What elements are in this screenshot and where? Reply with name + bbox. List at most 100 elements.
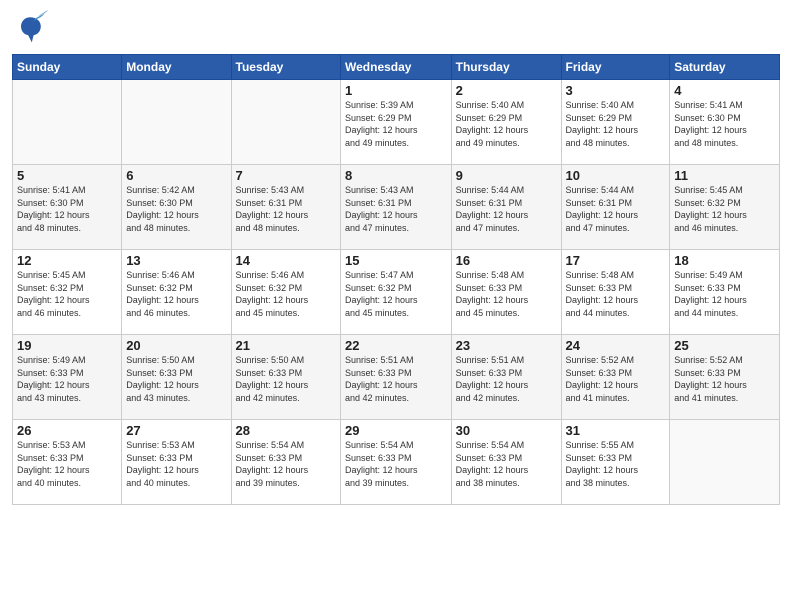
day-number: 3 <box>566 83 666 98</box>
day-number: 7 <box>236 168 336 183</box>
day-info: Sunrise: 5:48 AM Sunset: 6:33 PM Dayligh… <box>566 269 666 319</box>
calendar-cell: 21Sunrise: 5:50 AM Sunset: 6:33 PM Dayli… <box>231 335 340 420</box>
day-info: Sunrise: 5:42 AM Sunset: 6:30 PM Dayligh… <box>126 184 226 234</box>
logo-icon <box>12 10 48 46</box>
calendar-cell: 22Sunrise: 5:51 AM Sunset: 6:33 PM Dayli… <box>341 335 452 420</box>
calendar-cell: 28Sunrise: 5:54 AM Sunset: 6:33 PM Dayli… <box>231 420 340 505</box>
day-info: Sunrise: 5:49 AM Sunset: 6:33 PM Dayligh… <box>17 354 117 404</box>
calendar-cell: 15Sunrise: 5:47 AM Sunset: 6:32 PM Dayli… <box>341 250 452 335</box>
calendar-cell: 6Sunrise: 5:42 AM Sunset: 6:30 PM Daylig… <box>122 165 231 250</box>
calendar-cell: 25Sunrise: 5:52 AM Sunset: 6:33 PM Dayli… <box>670 335 780 420</box>
calendar-cell: 24Sunrise: 5:52 AM Sunset: 6:33 PM Dayli… <box>561 335 670 420</box>
day-number: 19 <box>17 338 117 353</box>
calendar-cell: 5Sunrise: 5:41 AM Sunset: 6:30 PM Daylig… <box>13 165 122 250</box>
weekday-header-friday: Friday <box>561 55 670 80</box>
day-number: 27 <box>126 423 226 438</box>
calendar-week-4: 19Sunrise: 5:49 AM Sunset: 6:33 PM Dayli… <box>13 335 780 420</box>
day-info: Sunrise: 5:45 AM Sunset: 6:32 PM Dayligh… <box>17 269 117 319</box>
day-number: 4 <box>674 83 775 98</box>
weekday-header-thursday: Thursday <box>451 55 561 80</box>
day-info: Sunrise: 5:43 AM Sunset: 6:31 PM Dayligh… <box>345 184 447 234</box>
calendar-cell: 10Sunrise: 5:44 AM Sunset: 6:31 PM Dayli… <box>561 165 670 250</box>
day-number: 26 <box>17 423 117 438</box>
calendar-cell: 3Sunrise: 5:40 AM Sunset: 6:29 PM Daylig… <box>561 80 670 165</box>
day-info: Sunrise: 5:52 AM Sunset: 6:33 PM Dayligh… <box>674 354 775 404</box>
day-number: 12 <box>17 253 117 268</box>
calendar-cell: 30Sunrise: 5:54 AM Sunset: 6:33 PM Dayli… <box>451 420 561 505</box>
day-info: Sunrise: 5:55 AM Sunset: 6:33 PM Dayligh… <box>566 439 666 489</box>
day-number: 9 <box>456 168 557 183</box>
weekday-header-row: SundayMondayTuesdayWednesdayThursdayFrid… <box>13 55 780 80</box>
calendar-week-1: 1Sunrise: 5:39 AM Sunset: 6:29 PM Daylig… <box>13 80 780 165</box>
weekday-header-tuesday: Tuesday <box>231 55 340 80</box>
calendar-cell: 8Sunrise: 5:43 AM Sunset: 6:31 PM Daylig… <box>341 165 452 250</box>
weekday-header-monday: Monday <box>122 55 231 80</box>
calendar-cell: 31Sunrise: 5:55 AM Sunset: 6:33 PM Dayli… <box>561 420 670 505</box>
day-number: 6 <box>126 168 226 183</box>
day-info: Sunrise: 5:49 AM Sunset: 6:33 PM Dayligh… <box>674 269 775 319</box>
day-info: Sunrise: 5:44 AM Sunset: 6:31 PM Dayligh… <box>566 184 666 234</box>
day-info: Sunrise: 5:43 AM Sunset: 6:31 PM Dayligh… <box>236 184 336 234</box>
page-container: SundayMondayTuesdayWednesdayThursdayFrid… <box>0 0 792 513</box>
calendar-cell: 19Sunrise: 5:49 AM Sunset: 6:33 PM Dayli… <box>13 335 122 420</box>
day-info: Sunrise: 5:53 AM Sunset: 6:33 PM Dayligh… <box>17 439 117 489</box>
day-number: 14 <box>236 253 336 268</box>
day-info: Sunrise: 5:46 AM Sunset: 6:32 PM Dayligh… <box>236 269 336 319</box>
calendar-cell: 20Sunrise: 5:50 AM Sunset: 6:33 PM Dayli… <box>122 335 231 420</box>
day-number: 29 <box>345 423 447 438</box>
calendar-cell: 1Sunrise: 5:39 AM Sunset: 6:29 PM Daylig… <box>341 80 452 165</box>
calendar-table: SundayMondayTuesdayWednesdayThursdayFrid… <box>12 54 780 505</box>
day-number: 28 <box>236 423 336 438</box>
calendar-cell <box>122 80 231 165</box>
day-number: 10 <box>566 168 666 183</box>
calendar-week-3: 12Sunrise: 5:45 AM Sunset: 6:32 PM Dayli… <box>13 250 780 335</box>
calendar-cell: 13Sunrise: 5:46 AM Sunset: 6:32 PM Dayli… <box>122 250 231 335</box>
calendar-cell: 26Sunrise: 5:53 AM Sunset: 6:33 PM Dayli… <box>13 420 122 505</box>
calendar-cell: 23Sunrise: 5:51 AM Sunset: 6:33 PM Dayli… <box>451 335 561 420</box>
day-info: Sunrise: 5:54 AM Sunset: 6:33 PM Dayligh… <box>456 439 557 489</box>
day-number: 22 <box>345 338 447 353</box>
calendar-cell: 9Sunrise: 5:44 AM Sunset: 6:31 PM Daylig… <box>451 165 561 250</box>
weekday-header-saturday: Saturday <box>670 55 780 80</box>
logo <box>12 10 50 46</box>
day-info: Sunrise: 5:41 AM Sunset: 6:30 PM Dayligh… <box>17 184 117 234</box>
calendar-cell <box>231 80 340 165</box>
day-number: 1 <box>345 83 447 98</box>
calendar-week-5: 26Sunrise: 5:53 AM Sunset: 6:33 PM Dayli… <box>13 420 780 505</box>
day-number: 20 <box>126 338 226 353</box>
day-info: Sunrise: 5:40 AM Sunset: 6:29 PM Dayligh… <box>566 99 666 149</box>
day-info: Sunrise: 5:48 AM Sunset: 6:33 PM Dayligh… <box>456 269 557 319</box>
day-info: Sunrise: 5:51 AM Sunset: 6:33 PM Dayligh… <box>345 354 447 404</box>
day-number: 16 <box>456 253 557 268</box>
calendar-week-2: 5Sunrise: 5:41 AM Sunset: 6:30 PM Daylig… <box>13 165 780 250</box>
day-number: 30 <box>456 423 557 438</box>
page-header <box>12 10 780 46</box>
calendar-cell <box>13 80 122 165</box>
day-info: Sunrise: 5:53 AM Sunset: 6:33 PM Dayligh… <box>126 439 226 489</box>
day-info: Sunrise: 5:50 AM Sunset: 6:33 PM Dayligh… <box>126 354 226 404</box>
weekday-header-sunday: Sunday <box>13 55 122 80</box>
day-info: Sunrise: 5:54 AM Sunset: 6:33 PM Dayligh… <box>345 439 447 489</box>
day-info: Sunrise: 5:51 AM Sunset: 6:33 PM Dayligh… <box>456 354 557 404</box>
day-number: 24 <box>566 338 666 353</box>
calendar-cell: 12Sunrise: 5:45 AM Sunset: 6:32 PM Dayli… <box>13 250 122 335</box>
day-info: Sunrise: 5:40 AM Sunset: 6:29 PM Dayligh… <box>456 99 557 149</box>
calendar-cell: 17Sunrise: 5:48 AM Sunset: 6:33 PM Dayli… <box>561 250 670 335</box>
day-info: Sunrise: 5:46 AM Sunset: 6:32 PM Dayligh… <box>126 269 226 319</box>
day-info: Sunrise: 5:50 AM Sunset: 6:33 PM Dayligh… <box>236 354 336 404</box>
calendar-cell <box>670 420 780 505</box>
day-number: 5 <box>17 168 117 183</box>
calendar-cell: 29Sunrise: 5:54 AM Sunset: 6:33 PM Dayli… <box>341 420 452 505</box>
day-info: Sunrise: 5:41 AM Sunset: 6:30 PM Dayligh… <box>674 99 775 149</box>
day-number: 17 <box>566 253 666 268</box>
calendar-cell: 2Sunrise: 5:40 AM Sunset: 6:29 PM Daylig… <box>451 80 561 165</box>
calendar-cell: 18Sunrise: 5:49 AM Sunset: 6:33 PM Dayli… <box>670 250 780 335</box>
weekday-header-wednesday: Wednesday <box>341 55 452 80</box>
day-info: Sunrise: 5:45 AM Sunset: 6:32 PM Dayligh… <box>674 184 775 234</box>
day-info: Sunrise: 5:54 AM Sunset: 6:33 PM Dayligh… <box>236 439 336 489</box>
calendar-cell: 4Sunrise: 5:41 AM Sunset: 6:30 PM Daylig… <box>670 80 780 165</box>
calendar-cell: 27Sunrise: 5:53 AM Sunset: 6:33 PM Dayli… <box>122 420 231 505</box>
day-info: Sunrise: 5:39 AM Sunset: 6:29 PM Dayligh… <box>345 99 447 149</box>
day-number: 21 <box>236 338 336 353</box>
day-number: 31 <box>566 423 666 438</box>
